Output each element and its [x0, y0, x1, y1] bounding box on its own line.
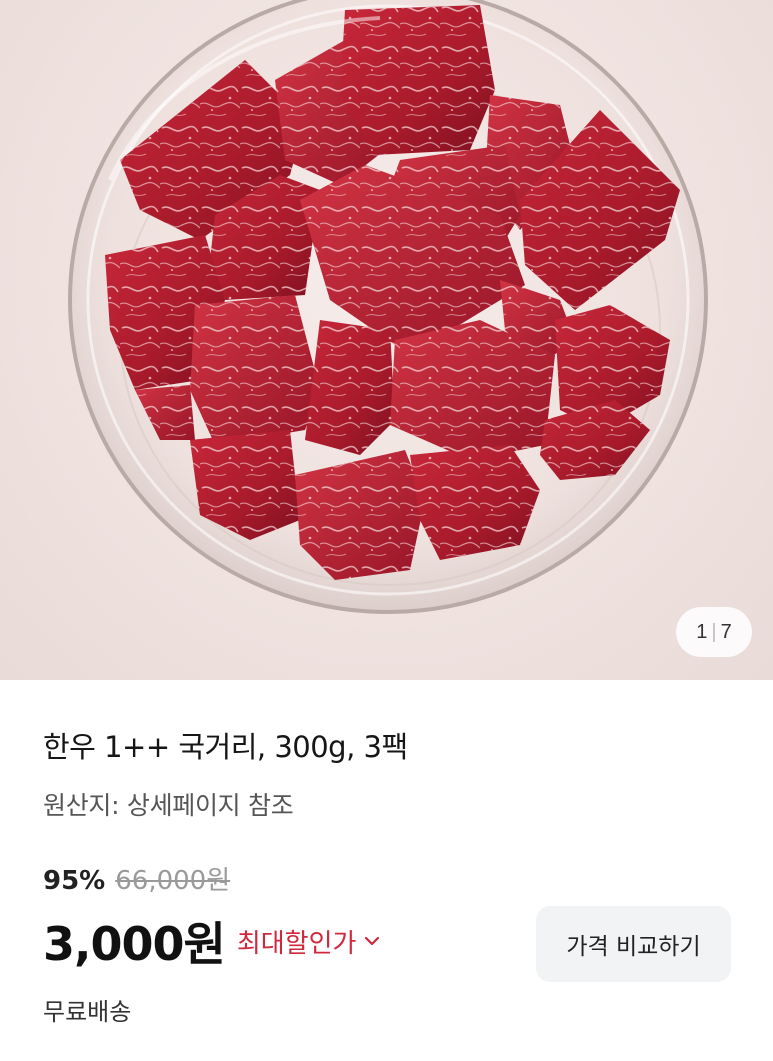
price-row: 3,000원 최대할인가 [43, 908, 380, 974]
product-title: 한우 1++ 국거리, 300g, 3팩 [43, 730, 408, 764]
page-current: 1 [696, 620, 708, 643]
discount-rate: 95% [43, 866, 106, 896]
sale-price: 3,000원 [43, 917, 226, 971]
page-separator: | [711, 620, 717, 643]
beef-bowl-illustration [68, 0, 708, 614]
max-discount-toggle[interactable]: 최대할인가 [237, 923, 381, 960]
product-origin: 원산지: 상세페이지 참조 [43, 791, 294, 820]
original-price: 66,000원 [115, 866, 231, 896]
chevron-down-icon [365, 936, 380, 946]
max-discount-label: 최대할인가 [236, 928, 357, 959]
compare-prices-button[interactable]: 가격 비교하기 [536, 906, 731, 982]
page-total: 7 [720, 620, 732, 643]
product-image[interactable]: 1 | 7 [0, 0, 773, 680]
image-page-indicator: 1 | 7 [676, 607, 752, 657]
shipping-info: 무료배송 [43, 998, 132, 1026]
discount-row: 95% 66,000원 [43, 860, 230, 897]
